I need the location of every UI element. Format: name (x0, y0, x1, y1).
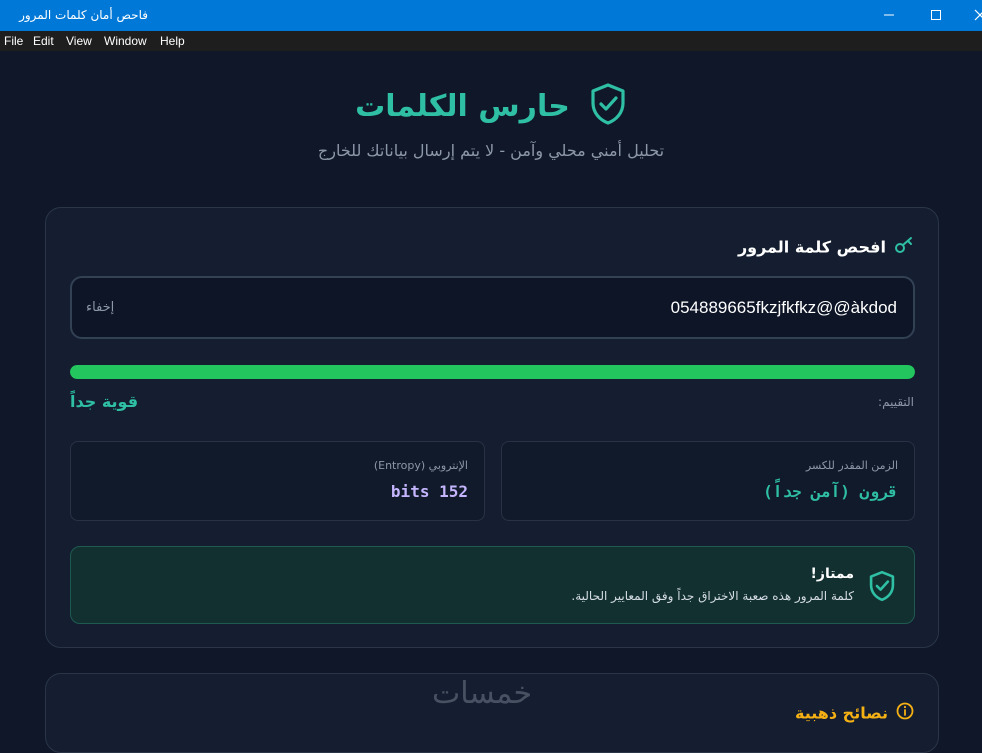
minimize-icon (884, 14, 894, 16)
rating-value: قوية جداً (70, 392, 139, 411)
shield-check-icon (589, 82, 627, 130)
menu-window[interactable]: Window (104, 31, 147, 51)
info-icon (896, 702, 914, 724)
menu-bar: File Edit View Window Help (0, 31, 982, 51)
maximize-icon (931, 10, 941, 20)
crack-time-stat: الزمن المقدر للكسر قرون (آمن جداً) (501, 441, 915, 521)
entropy-stat: الإنتروبي (Entropy) 152 bits (70, 441, 485, 521)
tips-heading: نصائح ذهبية (795, 702, 914, 724)
password-value[interactable]: 054889665fkzjfkfkz@@àkdod (671, 278, 897, 337)
app-header: حارس الكلمات (0, 82, 982, 132)
section-heading: افحص كلمة المرور (738, 236, 914, 258)
strength-meter-fill (70, 365, 915, 379)
menu-file[interactable]: File (4, 31, 23, 51)
close-button[interactable] (960, 0, 982, 31)
password-input[interactable]: 054889665fkzjfkfkz@@àkdod إخفاء (70, 276, 915, 339)
close-icon (974, 9, 982, 21)
password-checker-card: افحص كلمة المرور 054889665fkzjfkfkz@@àkd… (45, 207, 939, 648)
menu-help[interactable]: Help (160, 31, 185, 51)
password-text: 054889665fkzjfkfkz@@àkdod (670, 298, 897, 317)
rating-label: التقييم: (878, 395, 914, 409)
window-titlebar[interactable]: فاحص أمان كلمات المرور (0, 0, 982, 31)
section-heading-label: افحص كلمة المرور (737, 237, 886, 257)
menu-view[interactable]: View (66, 31, 92, 51)
page-subtitle: تحليل أمني محلي وآمن - لا يتم إرسال بيان… (317, 141, 665, 160)
watermark-logo: خمسات (432, 676, 533, 711)
verdict-description: كلمة المرور هذه صعبة الاختراق جداً وفق ا… (571, 589, 854, 603)
tips-heading-label: نصائح ذهبية (795, 703, 888, 723)
window-title: فاحص أمان كلمات المرور (19, 8, 148, 22)
page-title: حارس الكلمات (355, 88, 570, 124)
entropy-label: الإنتروبي (Entropy) (373, 459, 468, 472)
crack-time-label: الزمن المقدر للكسر (805, 459, 898, 472)
hide-password-toggle[interactable]: إخفاء (86, 278, 114, 337)
maximize-button[interactable] (913, 0, 959, 31)
strength-meter (70, 365, 915, 379)
entropy-value: 152 bits (390, 482, 468, 501)
verdict-title: ممتاز! (810, 566, 854, 582)
menu-edit[interactable]: Edit (33, 31, 54, 51)
minimize-button[interactable] (866, 0, 912, 31)
key-icon (894, 236, 914, 258)
verdict-banner: ممتاز! كلمة المرور هذه صعبة الاختراق جدا… (70, 546, 915, 624)
crack-time-value: قرون (آمن جداً) (763, 482, 898, 501)
shield-check-icon (868, 570, 896, 606)
